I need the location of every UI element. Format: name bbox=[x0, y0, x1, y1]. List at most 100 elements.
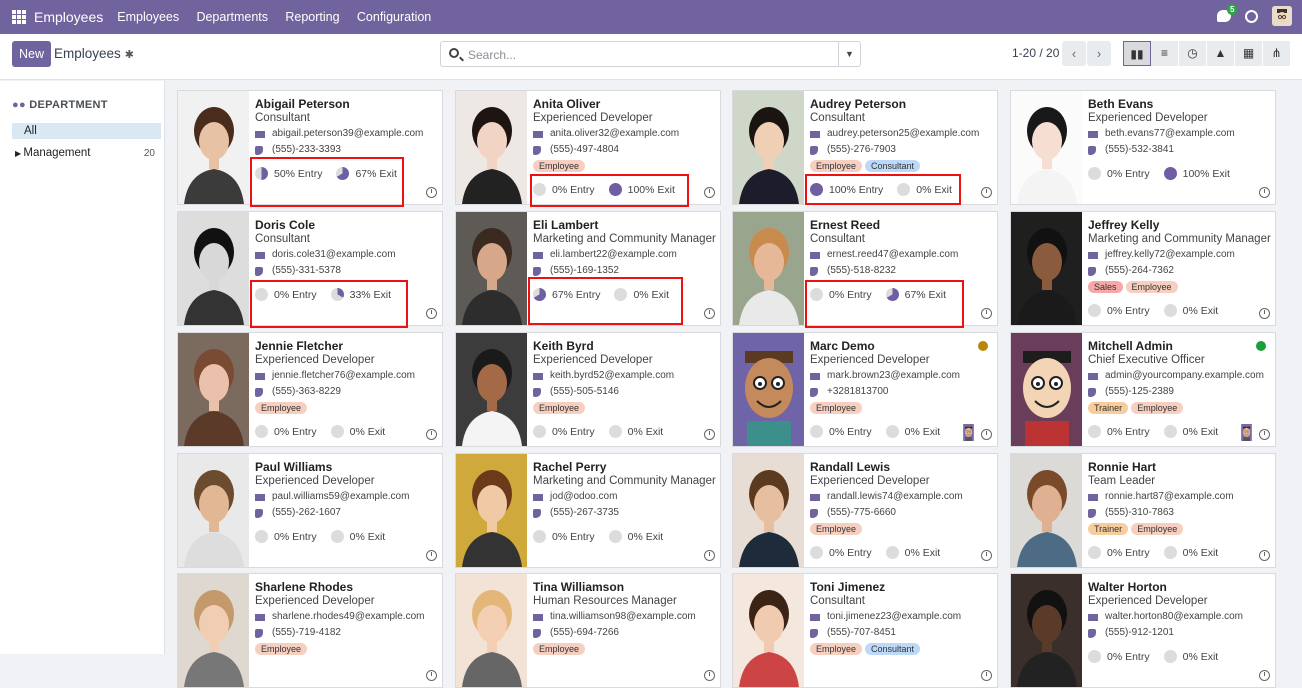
activity-clock-icon[interactable] bbox=[1259, 550, 1270, 561]
activity-clock-icon[interactable] bbox=[1259, 670, 1270, 681]
activity-view-icon[interactable]: ◷ bbox=[1179, 41, 1207, 66]
employee-photo[interactable] bbox=[178, 333, 249, 446]
employee-photo[interactable] bbox=[178, 212, 249, 325]
employee-photo[interactable] bbox=[1011, 454, 1082, 567]
employee-name[interactable]: Randall Lewis bbox=[810, 460, 993, 474]
activity-clock-icon[interactable] bbox=[704, 187, 715, 198]
employee-photo[interactable] bbox=[178, 91, 249, 204]
pager-next-button[interactable]: › bbox=[1087, 41, 1111, 66]
graph-view-icon[interactable]: ▲ bbox=[1207, 41, 1235, 66]
employee-photo[interactable] bbox=[456, 212, 527, 325]
employee-photo[interactable] bbox=[178, 454, 249, 567]
search-input[interactable]: Search... bbox=[468, 48, 516, 62]
pager-prev-button[interactable]: ‹ bbox=[1062, 41, 1086, 66]
employee-photo[interactable] bbox=[1011, 212, 1082, 325]
employee-name[interactable]: Sharlene Rhodes bbox=[255, 580, 438, 594]
employee-photo[interactable] bbox=[733, 454, 804, 567]
employee-photo[interactable] bbox=[1011, 91, 1082, 204]
activity-clock-icon[interactable] bbox=[704, 308, 715, 319]
activity-clock-icon[interactable] bbox=[981, 550, 992, 561]
activity-clock-icon[interactable] bbox=[1259, 429, 1270, 440]
employee-name[interactable]: Anita Oliver bbox=[533, 97, 716, 111]
employee-photo[interactable] bbox=[456, 574, 527, 687]
menu-employees[interactable]: Employees bbox=[117, 10, 179, 24]
activity-clock-icon[interactable] bbox=[426, 187, 437, 198]
employee-photo[interactable] bbox=[1011, 574, 1082, 687]
employee-photo[interactable] bbox=[178, 574, 249, 687]
employee-card[interactable]: Mitchell Admin Chief Executive Officer a… bbox=[1010, 332, 1276, 447]
employee-name[interactable]: Abigail Peterson bbox=[255, 97, 438, 111]
messaging-icon[interactable]: 5 bbox=[1217, 4, 1238, 22]
user-avatar[interactable] bbox=[1272, 6, 1292, 26]
employee-name[interactable]: Ernest Reed bbox=[810, 218, 993, 232]
employee-card[interactable]: Jennie Fletcher Experienced Developer je… bbox=[177, 332, 443, 447]
employee-card[interactable]: Jeffrey Kelly Marketing and Community Ma… bbox=[1010, 211, 1276, 326]
employee-name[interactable]: Paul Williams bbox=[255, 460, 438, 474]
employee-name[interactable]: Walter Horton bbox=[1088, 580, 1271, 594]
employee-photo[interactable] bbox=[733, 212, 804, 325]
activity-clock-icon[interactable] bbox=[704, 550, 715, 561]
activity-clock-icon[interactable] bbox=[981, 187, 992, 198]
employee-name[interactable]: Doris Cole bbox=[255, 218, 438, 232]
employee-name[interactable]: Beth Evans bbox=[1088, 97, 1271, 111]
pivot-view-icon[interactable]: ▦ bbox=[1235, 41, 1263, 66]
employee-card[interactable]: Marc Demo Experienced Developer mark.bro… bbox=[732, 332, 998, 447]
employee-photo[interactable] bbox=[456, 91, 527, 204]
employee-photo[interactable] bbox=[456, 333, 527, 446]
activity-clock-icon[interactable] bbox=[981, 670, 992, 681]
activity-clock-icon[interactable] bbox=[704, 670, 715, 681]
sidebar-item-all[interactable]: All bbox=[12, 123, 161, 139]
list-view-icon[interactable]: ≡ bbox=[1151, 41, 1179, 66]
sidebar-item-management[interactable]: ▶ Management 20 bbox=[15, 147, 161, 159]
search-options-toggle[interactable]: ▼ bbox=[838, 42, 860, 66]
employee-card[interactable]: Ronnie Hart Team Leader ronnie.hart87@ex… bbox=[1010, 453, 1276, 568]
manager-avatar[interactable] bbox=[1238, 424, 1255, 441]
activity-clock-icon[interactable] bbox=[1259, 308, 1270, 319]
activity-clock-icon[interactable] bbox=[1259, 187, 1270, 198]
employee-card[interactable]: Rachel Perry Marketing and Community Man… bbox=[455, 453, 721, 568]
activity-clock-icon[interactable] bbox=[426, 670, 437, 681]
employee-name[interactable]: Rachel Perry bbox=[533, 460, 716, 474]
employee-card[interactable]: Toni Jimenez Consultant toni.jimenez23@e… bbox=[732, 573, 998, 688]
menu-reporting[interactable]: Reporting bbox=[285, 10, 339, 24]
pager-value[interactable]: 1-20 / 20 bbox=[1012, 46, 1059, 60]
menu-departments[interactable]: Departments bbox=[196, 10, 268, 24]
menu-configuration[interactable]: Configuration bbox=[357, 10, 431, 24]
employee-card[interactable]: Walter Horton Experienced Developer walt… bbox=[1010, 573, 1276, 688]
employee-name[interactable]: Keith Byrd bbox=[533, 339, 716, 353]
activity-clock-icon[interactable] bbox=[981, 308, 992, 319]
app-title[interactable]: Employees bbox=[34, 9, 103, 25]
employee-card[interactable]: Paul Williams Experienced Developer paul… bbox=[177, 453, 443, 568]
employee-photo[interactable] bbox=[733, 333, 804, 446]
employee-photo[interactable] bbox=[733, 91, 804, 204]
employee-name[interactable]: Ronnie Hart bbox=[1088, 460, 1271, 474]
gear-icon[interactable]: ✱ bbox=[125, 48, 134, 61]
kanban-view-icon[interactable]: ▮▮ bbox=[1123, 41, 1151, 66]
activity-clock-icon[interactable] bbox=[981, 429, 992, 440]
activity-clock-icon[interactable] bbox=[704, 429, 715, 440]
employee-card[interactable]: Sharlene Rhodes Experienced Developer sh… bbox=[177, 573, 443, 688]
activity-clock-icon[interactable] bbox=[1245, 9, 1258, 23]
employee-card[interactable]: Tina Williamson Human Resources Manager … bbox=[455, 573, 721, 688]
activity-clock-icon[interactable] bbox=[426, 308, 437, 319]
employee-name[interactable]: Mitchell Admin bbox=[1088, 339, 1271, 353]
employee-name[interactable]: Jennie Fletcher bbox=[255, 339, 438, 353]
manager-avatar[interactable] bbox=[960, 424, 977, 441]
employee-name[interactable]: Jeffrey Kelly bbox=[1088, 218, 1271, 232]
employee-photo[interactable] bbox=[456, 454, 527, 567]
new-button[interactable]: New bbox=[12, 41, 51, 67]
employee-name[interactable]: Audrey Peterson bbox=[810, 97, 993, 111]
employee-photo[interactable] bbox=[733, 574, 804, 687]
search-bar[interactable]: Search... ▼ bbox=[440, 41, 861, 67]
employee-name[interactable]: Eli Lambert bbox=[533, 218, 716, 232]
employee-photo[interactable] bbox=[1011, 333, 1082, 446]
employee-name[interactable]: Marc Demo bbox=[810, 339, 993, 353]
employee-card[interactable]: Randall Lewis Experienced Developer rand… bbox=[732, 453, 998, 568]
employee-card[interactable]: Beth Evans Experienced Developer beth.ev… bbox=[1010, 90, 1276, 205]
hierarchy-view-icon[interactable]: ⋔ bbox=[1263, 41, 1291, 66]
scrollbar[interactable] bbox=[1295, 80, 1302, 654]
activity-clock-icon[interactable] bbox=[426, 550, 437, 561]
activity-clock-icon[interactable] bbox=[426, 429, 437, 440]
employee-name[interactable]: Tina Williamson bbox=[533, 580, 716, 594]
app-menu-icon[interactable] bbox=[12, 10, 26, 24]
